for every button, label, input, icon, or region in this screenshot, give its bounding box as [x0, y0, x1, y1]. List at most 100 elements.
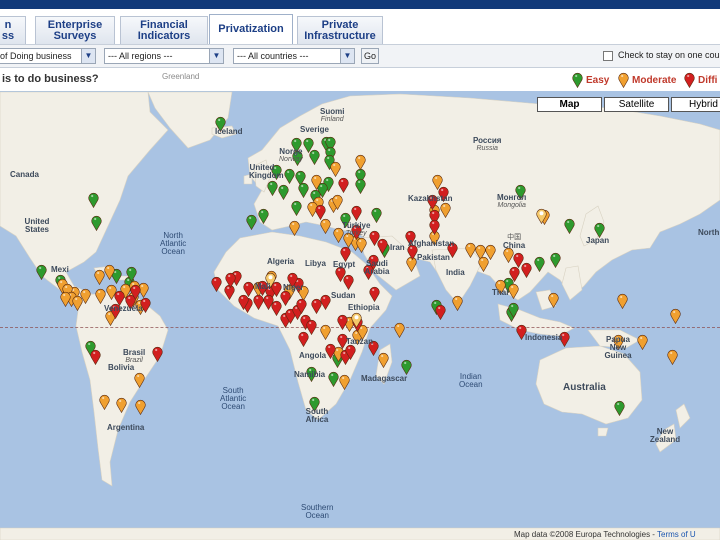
easy-country-pin[interactable] — [267, 180, 278, 197]
easy-country-pin[interactable] — [298, 182, 309, 199]
easy-country-pin[interactable] — [88, 192, 99, 209]
easy-country-pin[interactable] — [246, 214, 257, 231]
moderate-country-pin[interactable] — [60, 291, 71, 308]
hybrid-country-pin[interactable] — [536, 208, 547, 225]
difficult-country-pin[interactable] — [513, 252, 524, 269]
label-china-en: China — [503, 241, 526, 250]
moderate-country-pin[interactable] — [339, 374, 350, 391]
moderate-country-pin[interactable] — [320, 218, 331, 235]
terms-of-use-link[interactable]: Terms of U — [657, 530, 696, 539]
map-question-title: is to do business? — [2, 73, 99, 85]
easy-country-pin[interactable] — [508, 302, 519, 319]
difficult-country-pin[interactable] — [325, 343, 336, 360]
moderate-country-pin[interactable] — [332, 194, 343, 211]
moderate-country-pin[interactable] — [72, 295, 83, 312]
label-north-atlantic-ocean: North Atlantic Ocean — [160, 231, 187, 256]
moderate-country-pin[interactable] — [670, 308, 681, 325]
easy-country-pin[interactable] — [309, 149, 320, 166]
map-type-satellite-button[interactable]: Satellite — [604, 97, 669, 112]
difficult-country-pin[interactable] — [315, 204, 326, 221]
go-button[interactable]: Go — [361, 48, 379, 64]
difficult-pin-icon — [684, 72, 695, 89]
moderate-country-pin[interactable] — [452, 295, 463, 312]
label-egypt: Egypt — [333, 260, 356, 269]
easy-country-pin[interactable] — [91, 215, 102, 232]
difficult-country-pin[interactable] — [369, 230, 380, 247]
difficult-country-pin[interactable] — [238, 294, 249, 311]
indicator-select[interactable]: of Doing business ▼ — [0, 48, 96, 64]
easy-country-pin[interactable] — [401, 359, 412, 376]
label-russia-en: Russia — [476, 145, 498, 152]
moderate-country-pin[interactable] — [99, 394, 110, 411]
tab-1[interactable]: Enterprise Surveys — [35, 16, 115, 44]
moderate-country-pin[interactable] — [617, 293, 628, 310]
label-new-zealand: New Zealand — [649, 427, 681, 444]
difficult-country-pin[interactable] — [338, 177, 349, 194]
difficult-country-pin[interactable] — [320, 294, 331, 311]
difficult-country-pin[interactable] — [90, 349, 101, 366]
label-suomi-native: Suomi — [320, 107, 345, 116]
label-south-atlantic-ocean: South Atlantic Ocean — [220, 386, 247, 411]
moderate-country-pin[interactable] — [667, 349, 678, 366]
easy-country-pin[interactable] — [291, 200, 302, 217]
moderate-country-pin[interactable] — [637, 334, 648, 351]
easy-country-pin[interactable] — [564, 218, 575, 235]
moderate-country-pin[interactable] — [95, 288, 106, 305]
moderate-country-pin[interactable] — [320, 324, 331, 341]
easy-country-pin[interactable] — [278, 184, 289, 201]
difficult-country-pin[interactable] — [351, 205, 362, 222]
easy-country-pin[interactable] — [36, 264, 47, 281]
easy-country-pin[interactable] — [258, 208, 269, 225]
easy-country-pin[interactable] — [534, 256, 545, 273]
easy-country-pin[interactable] — [371, 207, 382, 224]
difficult-country-pin[interactable] — [429, 219, 440, 236]
map-type-map-button[interactable]: Map — [537, 97, 602, 112]
difficult-country-pin[interactable] — [369, 286, 380, 303]
tab-0[interactable]: n ss — [0, 16, 26, 44]
tab-2[interactable]: Financial Indicators — [120, 16, 208, 44]
moderate-country-pin[interactable] — [508, 283, 519, 300]
moderate-country-pin[interactable] — [378, 352, 389, 369]
easy-country-pin[interactable] — [355, 178, 366, 195]
difficult-country-pin[interactable] — [306, 319, 317, 336]
easy-country-pin[interactable] — [550, 252, 561, 269]
country-select[interactable]: --- All countries --- ▼ — [233, 48, 355, 64]
hybrid-country-pin[interactable] — [351, 312, 362, 329]
moderate-country-pin[interactable] — [394, 322, 405, 339]
moderate-country-pin[interactable] — [330, 161, 341, 178]
tab-3[interactable]: Privatization — [209, 14, 293, 44]
legend-easy-label: Easy — [586, 75, 610, 86]
label-united-states: United States — [24, 217, 50, 234]
difficult-country-pin[interactable] — [345, 344, 356, 361]
easy-country-pin[interactable] — [284, 168, 295, 185]
map-type-hybrid-button[interactable]: Hybrid — [671, 97, 720, 112]
difficult-country-pin[interactable] — [152, 346, 163, 363]
world-map[interactable] — [0, 91, 720, 540]
difficult-country-pin[interactable] — [280, 290, 291, 307]
moderate-country-pin[interactable] — [134, 372, 145, 389]
moderate-country-pin[interactable] — [289, 220, 300, 237]
moderate-country-pin[interactable] — [135, 399, 146, 416]
difficult-country-pin[interactable] — [225, 272, 236, 289]
difficult-country-pin[interactable] — [435, 304, 446, 321]
region-select[interactable]: --- All regions --- ▼ — [104, 48, 224, 64]
difficult-country-pin[interactable] — [296, 298, 307, 315]
difficult-country-pin[interactable] — [509, 266, 520, 283]
moderate-country-pin[interactable] — [355, 154, 366, 171]
moderate-country-pin[interactable] — [465, 242, 476, 259]
label-pakistan: Pakistan — [417, 253, 450, 262]
tab-4[interactable]: Private Infrastructure — [297, 16, 383, 44]
moderate-country-pin[interactable] — [311, 174, 322, 191]
moderate-country-pin[interactable] — [478, 256, 489, 273]
moderate-country-pin[interactable] — [440, 202, 451, 219]
label-iceland: Iceland — [215, 127, 243, 136]
easy-country-pin[interactable] — [614, 400, 625, 417]
stay-on-country-checkbox[interactable] — [603, 51, 613, 61]
difficult-country-pin[interactable] — [337, 314, 348, 331]
easy-country-pin[interactable] — [328, 371, 339, 388]
moderate-country-pin[interactable] — [548, 292, 559, 309]
difficult-country-pin[interactable] — [211, 276, 222, 293]
moderate-country-pin[interactable] — [116, 397, 127, 414]
moderate-country-pin[interactable] — [94, 269, 105, 286]
moderate-country-pin[interactable] — [104, 264, 115, 281]
